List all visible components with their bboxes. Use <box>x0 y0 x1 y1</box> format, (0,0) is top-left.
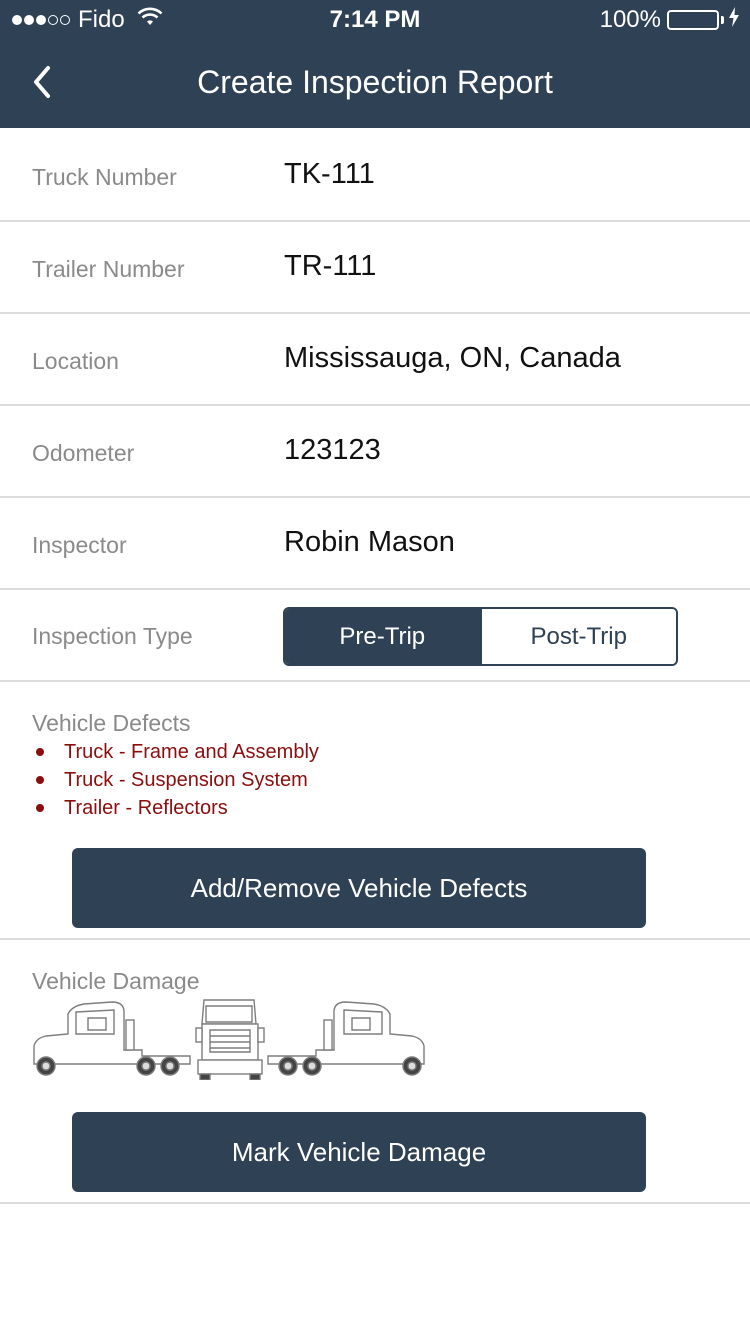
truck-number-row: Truck Number TK-111 <box>0 128 750 222</box>
top-bar: Fido 7:14 PM 100% Create Inspection Repo… <box>0 0 750 128</box>
trailer-number-label: Trailer Number <box>32 256 185 282</box>
vehicle-defects-section: Vehicle Defects Truck - Frame and Assemb… <box>0 682 750 940</box>
battery-indicator: 100% <box>600 6 740 34</box>
defects-list: Truck - Frame and Assembly Truck - Suspe… <box>32 738 319 822</box>
truck-number-label: Truck Number <box>32 164 177 190</box>
vehicle-defects-label: Vehicle Defects <box>32 710 191 736</box>
inspection-type-row: Inspection Type Pre-Trip Post-Trip <box>0 590 750 682</box>
battery-nub <box>721 16 724 24</box>
bullet-icon <box>36 776 44 784</box>
charging-bolt-icon <box>728 7 740 33</box>
list-item: Truck - Frame and Assembly <box>32 738 319 766</box>
inspection-type-segmented-control: Pre-Trip Post-Trip <box>283 607 678 666</box>
page-title: Create Inspection Report <box>197 64 553 100</box>
inspection-type-label: Inspection Type <box>32 623 193 649</box>
truck-left-side-icon <box>33 1001 191 1076</box>
inspector-row: Inspector Robin Mason <box>0 498 750 590</box>
battery-icon <box>667 10 719 30</box>
truck-front-icon <box>195 999 265 1080</box>
location-field[interactable]: Mississauga, ON, Canada <box>284 342 714 375</box>
segment-post-trip[interactable]: Post-Trip <box>479 609 676 664</box>
trailer-number-field[interactable]: TR-111 <box>284 250 714 283</box>
inspector-field[interactable]: Robin Mason <box>284 526 714 559</box>
location-row: Location Mississauga, ON, Canada <box>0 314 750 406</box>
list-item: Trailer - Reflectors <box>32 794 319 822</box>
vehicle-diagram[interactable] <box>32 998 426 1080</box>
status-bar: Fido 7:14 PM 100% <box>0 0 750 40</box>
list-item: Truck - Suspension System <box>32 766 319 794</box>
inspector-label: Inspector <box>32 532 127 558</box>
trailer-number-row: Trailer Number TR-111 <box>0 222 750 314</box>
add-remove-defects-button[interactable]: Add/Remove Vehicle Defects <box>72 848 646 928</box>
segment-pre-trip[interactable]: Pre-Trip <box>285 609 480 664</box>
vehicle-damage-section: Vehicle Damage Mark Vehicle Damage <box>0 940 750 1204</box>
truck-right-side-icon <box>267 1001 425 1076</box>
mark-vehicle-damage-button[interactable]: Mark Vehicle Damage <box>72 1112 646 1192</box>
location-label: Location <box>32 348 119 374</box>
nav-bar: Create Inspection Report <box>0 40 750 128</box>
defect-item-text: Truck - Frame and Assembly <box>64 741 319 763</box>
bullet-icon <box>36 748 44 756</box>
odometer-field[interactable]: 123123 <box>284 434 714 467</box>
vehicle-damage-label: Vehicle Damage <box>32 968 200 994</box>
battery-percent: 100% <box>599 6 661 33</box>
odometer-label: Odometer <box>32 440 135 466</box>
truck-number-field[interactable]: TK-111 <box>284 158 714 191</box>
odometer-row: Odometer 123123 <box>0 406 750 498</box>
defect-item-text: Trailer - Reflectors <box>64 797 228 819</box>
defect-item-text: Truck - Suspension System <box>64 769 308 791</box>
bullet-icon <box>36 804 44 812</box>
